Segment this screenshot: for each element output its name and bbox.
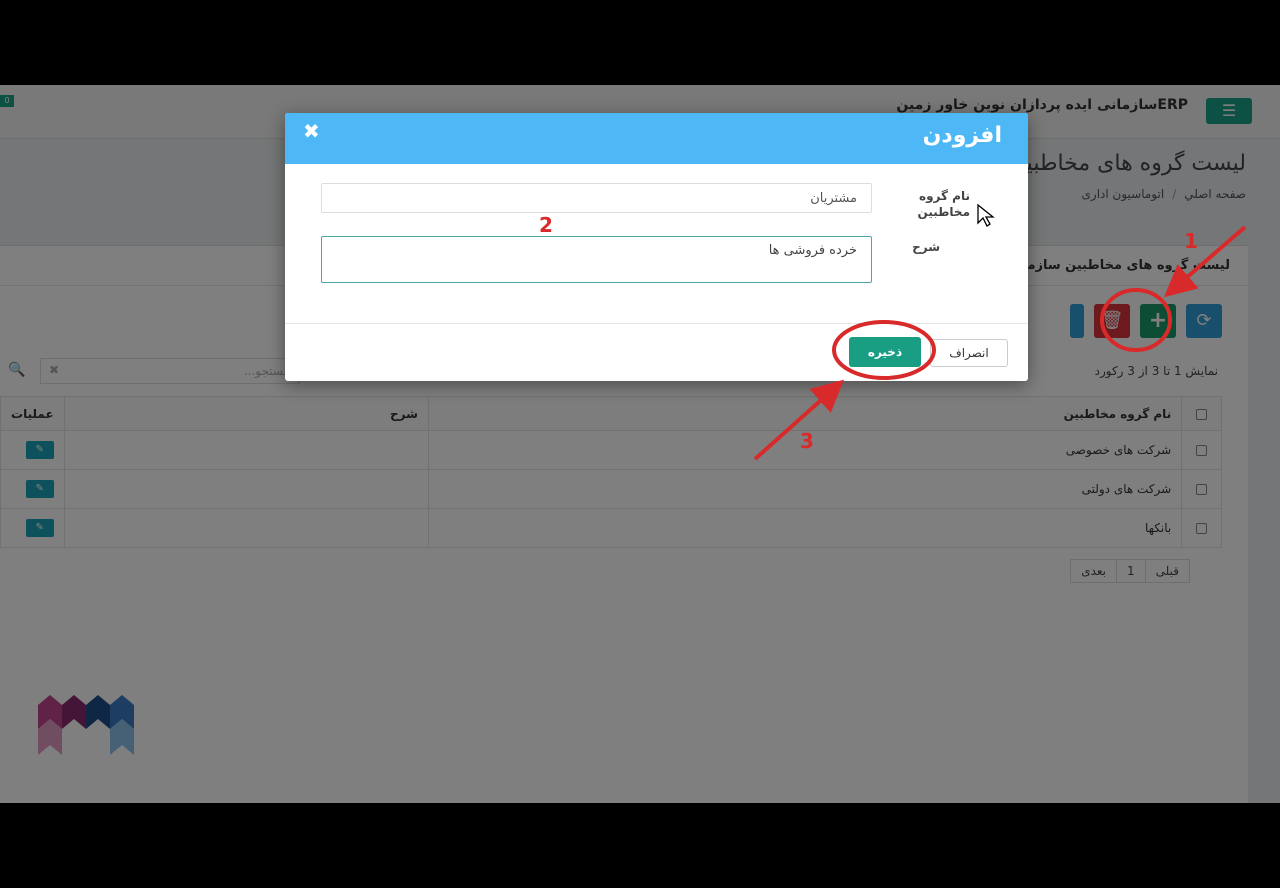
annotation-step-2: 2 [539, 213, 553, 237]
dialog-header: ✖ افزودن [285, 113, 1028, 164]
description-textarea[interactable]: خرده فروشی ها [321, 236, 872, 283]
group-name-label: نام گروه مخاطبین [917, 189, 970, 219]
group-name-input[interactable] [321, 183, 872, 213]
annotation-step-3: 3 [800, 429, 814, 453]
add-dialog: ✖ افزودن نام گروه مخاطبین شرح خرده فروشی… [285, 113, 1028, 381]
close-icon[interactable]: ✖ [303, 119, 320, 143]
dialog-title: افزودن [922, 123, 1002, 148]
cancel-button[interactable]: انصراف [930, 339, 1008, 367]
app-window: 0 ERPسازمانی ایده پردازان نوین خاور زمین… [0, 85, 1280, 803]
save-button[interactable]: ذخیره [849, 337, 921, 367]
dialog-footer: انصراف ذخیره [285, 323, 1028, 381]
description-label: شرح [912, 240, 940, 254]
annotation-step-1: 1 [1184, 229, 1198, 253]
mouse-cursor-icon [977, 203, 995, 227]
